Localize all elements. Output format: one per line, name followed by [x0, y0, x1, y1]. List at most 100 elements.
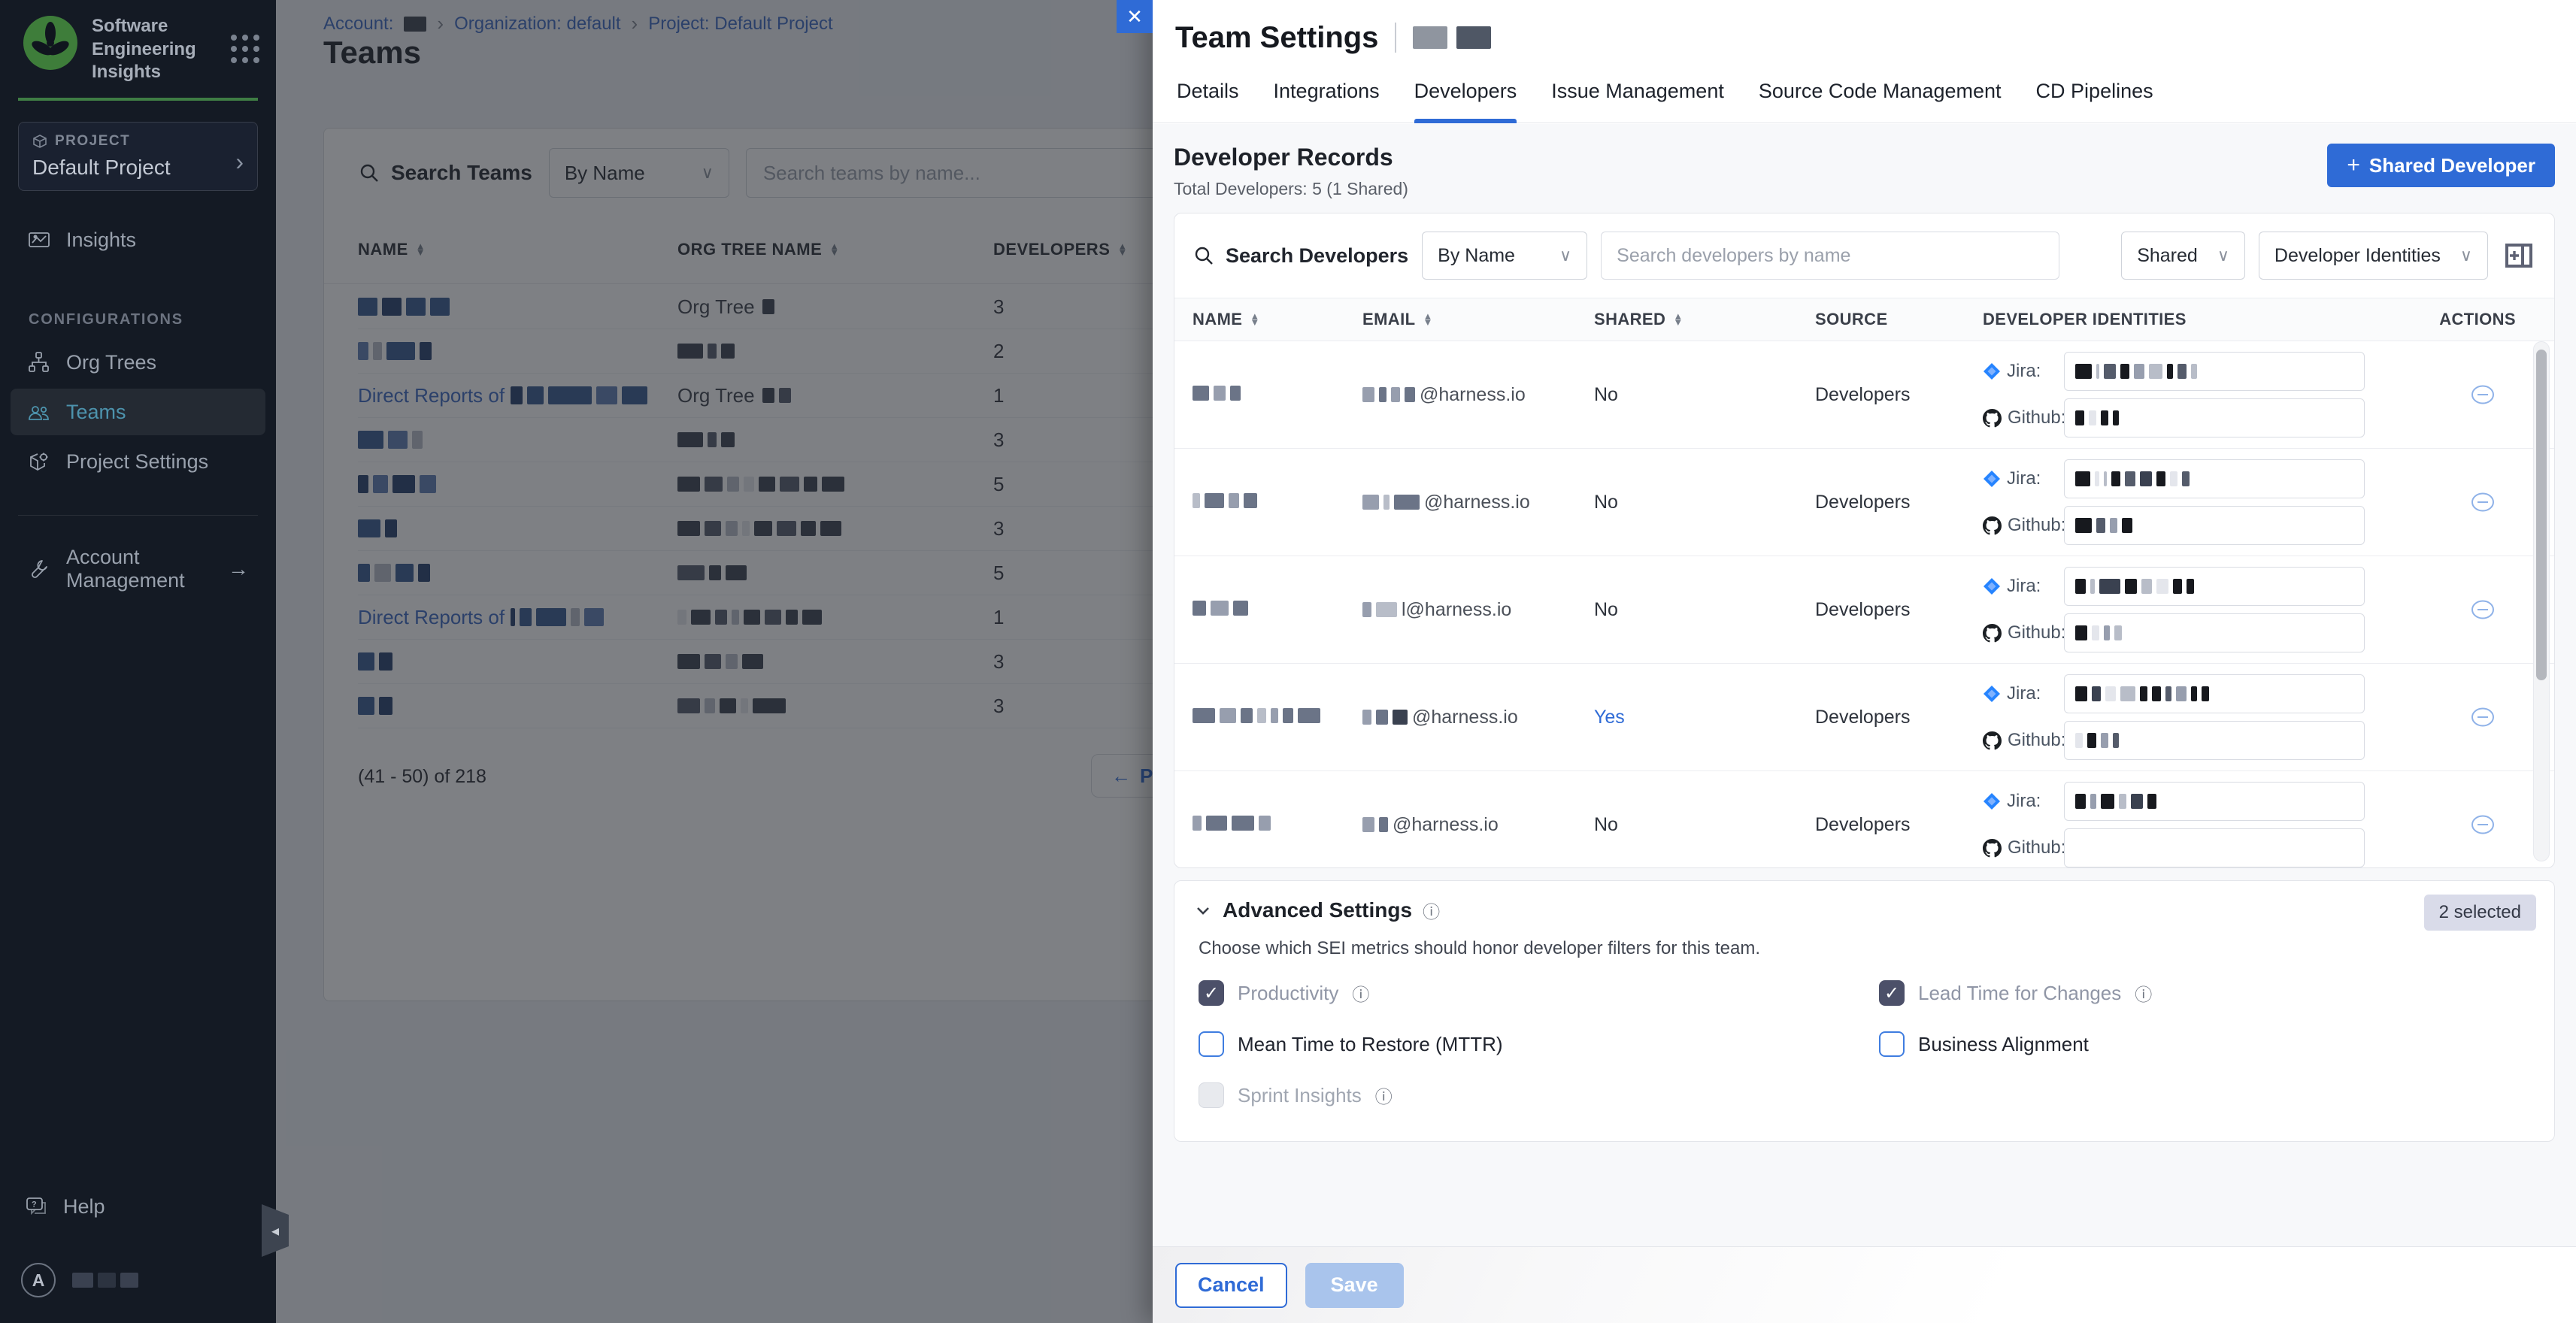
actions-cell [2403, 383, 2516, 407]
source-cell: Developers [1815, 599, 1983, 621]
tab-issue-management[interactable]: Issue Management [1551, 75, 1724, 123]
identity-value-field[interactable] [2064, 506, 2365, 545]
identity-label: Github: [1983, 730, 2055, 751]
developer-name-cell [1193, 599, 1362, 621]
source-cell: Developers [1815, 384, 1983, 406]
identity-value-field[interactable] [2064, 721, 2365, 760]
sort-icon[interactable]: ▲▼ [1673, 313, 1683, 325]
chevron-down-icon: ∨ [2217, 246, 2229, 265]
add-column-icon [2502, 239, 2535, 272]
search-developers-label: Search Developers [1226, 244, 1408, 268]
sidebar-item-teams[interactable]: Teams [11, 389, 265, 435]
redacted-text [1362, 495, 1420, 510]
tab-cd-pipelines[interactable]: CD Pipelines [2036, 75, 2153, 123]
checkbox[interactable]: ✓ [1199, 980, 1224, 1006]
help-button[interactable]: ? Help [20, 1194, 256, 1219]
checkbox[interactable] [1879, 1031, 1905, 1057]
project-selector[interactable]: PROJECT Default Project › [18, 122, 258, 191]
developers-search-by-select[interactable]: By Name ∨ [1422, 232, 1587, 280]
tab-integrations[interactable]: Integrations [1274, 75, 1380, 123]
modal-footer: Cancel Save [1153, 1246, 2576, 1323]
save-button[interactable]: Save [1305, 1263, 1404, 1308]
tab-source-code-management[interactable]: Source Code Management [1759, 75, 2002, 123]
redacted-text [2075, 686, 2209, 701]
shared-filter-select[interactable]: Shared ∨ [2121, 232, 2245, 280]
close-button[interactable]: ✕ [1117, 0, 1153, 33]
shared-cell: No [1594, 384, 1815, 406]
identity-value-field[interactable] [2064, 674, 2365, 713]
tab-developers[interactable]: Developers [1414, 75, 1517, 123]
identity-value-field[interactable] [2064, 828, 2365, 867]
sidebar-item-label: Teams [66, 401, 126, 424]
github-icon [1983, 839, 2002, 858]
redacted-text [2075, 410, 2119, 425]
team-settings-modal: ✕ Team Settings DetailsIntegrationsDevel… [1153, 0, 2576, 1323]
developers-search-input[interactable] [1601, 232, 2059, 280]
metric-option-mean-time-to-restore-mttr-: Mean Time to Restore (MTTR) [1199, 1031, 1879, 1057]
remove-developer-button[interactable] [2469, 598, 2496, 622]
checkbox[interactable] [1199, 1031, 1224, 1057]
metric-option-label: Mean Time to Restore (MTTR) [1238, 1033, 1503, 1056]
column-header-name[interactable]: NAME▲▼ [1193, 310, 1362, 329]
jira-icon [1983, 685, 2001, 703]
remove-developer-button[interactable] [2469, 490, 2496, 514]
module-accent-bar [18, 98, 258, 101]
developer-row[interactable]: @harness.ioNoDevelopersJira:Github: [1174, 341, 2554, 449]
sort-icon[interactable]: ▲▼ [1250, 313, 1259, 325]
redacted-text [2075, 625, 2122, 640]
remove-developer-button[interactable] [2469, 383, 2496, 407]
remove-developer-button[interactable] [2469, 813, 2496, 837]
identity-value-field[interactable] [2064, 398, 2365, 437]
chevron-down-icon[interactable] [1194, 901, 1212, 919]
sidebar-item-org-trees[interactable]: Org Trees [11, 339, 265, 386]
plus-icon: + [2347, 153, 2360, 178]
column-header-email[interactable]: EMAIL▲▼ [1362, 310, 1594, 329]
github-icon [1983, 624, 2002, 643]
identity-label-text: Github: [2008, 730, 2065, 751]
module-grid-icon[interactable] [231, 35, 259, 63]
jira-icon [1983, 470, 2001, 488]
developer-row[interactable]: @harness.ioNoDevelopersJira:Github: [1174, 449, 2554, 556]
selected-count-badge: 2 selected [2424, 895, 2536, 931]
scrollbar-thumb[interactable] [2536, 350, 2547, 680]
identity-row: Jira: [1983, 352, 2403, 391]
developer-row[interactable]: l@harness.ioNoDevelopersJira:Github: [1174, 556, 2554, 664]
user-menu[interactable]: A [20, 1263, 256, 1297]
developer-identities-cell: Jira:Github: [1983, 567, 2403, 652]
redacted-text [1193, 708, 1320, 723]
developer-row[interactable]: @harness.ioNoDevelopersJira:Github: [1174, 771, 2554, 868]
sidebar-item-account-management[interactable]: Account Management → [11, 546, 265, 592]
add-shared-developer-button[interactable]: + Shared Developer [2327, 144, 2555, 187]
identity-value-field[interactable] [2064, 352, 2365, 391]
identity-label: Github: [1983, 837, 2055, 858]
developer-identities-filter-select[interactable]: Developer Identities ∨ [2259, 232, 2488, 280]
add-column-button[interactable] [2502, 238, 2536, 273]
add-shared-developer-label: Shared Developer [2369, 154, 2535, 177]
sidebar-item-label: Insights [66, 229, 136, 252]
redacted-text [1362, 387, 1415, 402]
cancel-button[interactable]: Cancel [1175, 1263, 1287, 1308]
table-scrollbar[interactable] [2533, 341, 2550, 861]
tab-details[interactable]: Details [1177, 75, 1239, 123]
remove-developer-button[interactable] [2469, 705, 2496, 729]
jira-icon [1983, 792, 2001, 810]
metric-option-lead-time-for-changes: ✓Lead Time for Changesⓘ [1879, 980, 2535, 1006]
checkbox[interactable]: ✓ [1879, 980, 1905, 1006]
email-suffix: l@harness.io [1402, 599, 1511, 621]
email-suffix: @harness.io [1424, 492, 1530, 513]
actions-cell [2403, 813, 2516, 837]
identity-value-field[interactable] [2064, 613, 2365, 652]
redacted-text [1193, 386, 1241, 401]
identity-value-field[interactable] [2064, 459, 2365, 498]
identity-value-field[interactable] [2064, 782, 2365, 821]
redacted-text [1193, 493, 1257, 508]
identity-value-field[interactable] [2064, 567, 2365, 606]
developer-row[interactable]: @harness.ioYesDevelopersJira:Github: [1174, 664, 2554, 771]
identity-label: Jira: [1983, 576, 2055, 597]
checkbox[interactable] [1199, 1082, 1224, 1108]
sidebar-item-insights[interactable]: Insights [11, 216, 265, 263]
cube-icon [32, 134, 47, 149]
sidebar-item-project-settings[interactable]: Project Settings [11, 438, 265, 485]
sort-icon[interactable]: ▲▼ [1423, 313, 1432, 325]
column-header-shared[interactable]: SHARED▲▼ [1594, 310, 1815, 329]
